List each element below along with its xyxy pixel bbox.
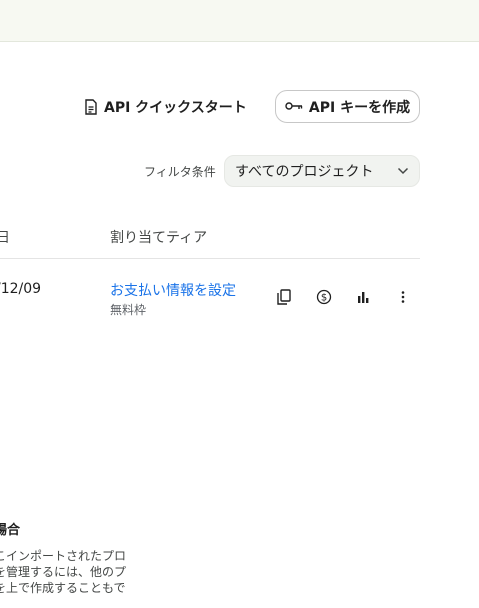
tier-free-label: 無料枠 xyxy=(110,303,147,317)
project-filter-select[interactable]: すべてのプロジェクト xyxy=(224,155,420,187)
create-api-key-label: API キーを作成 xyxy=(308,99,411,116)
bar-chart-icon[interactable] xyxy=(353,287,373,307)
api-quickstart-label: API クイックスタート xyxy=(104,100,247,116)
copy-icon[interactable] xyxy=(274,287,294,307)
info-section-body: こインポートされたプロ を管理するには、他のプ を上で作成することもで xyxy=(0,548,134,596)
chevron-down-icon xyxy=(397,167,409,175)
set-billing-link[interactable]: お支払い情報を設定 xyxy=(110,280,236,300)
info-line: こインポートされたプロ xyxy=(0,549,127,563)
key-icon xyxy=(285,99,303,115)
column-header-tier: 割り当てティア xyxy=(110,230,208,246)
column-header-date: 日 xyxy=(0,230,10,246)
create-api-key-button[interactable]: API キーを作成 xyxy=(275,90,420,123)
filter-label: フィルタ条件 xyxy=(144,165,216,179)
info-section-title: 場合 xyxy=(0,523,21,538)
row-date: /12/09 xyxy=(0,281,42,297)
more-vert-icon[interactable] xyxy=(393,287,413,307)
info-line: を上で作成することもで xyxy=(0,581,126,595)
svg-text:$: $ xyxy=(321,293,327,304)
api-quickstart-link[interactable]: API クイックスタート xyxy=(84,96,247,118)
table-header-divider xyxy=(0,258,420,259)
info-line: を管理するには、他のプ xyxy=(0,565,127,579)
project-filter-value: すべてのプロジェクト xyxy=(235,164,374,180)
document-icon xyxy=(84,99,98,115)
billing-icon[interactable]: $ xyxy=(314,287,334,307)
top-banner xyxy=(0,0,479,42)
